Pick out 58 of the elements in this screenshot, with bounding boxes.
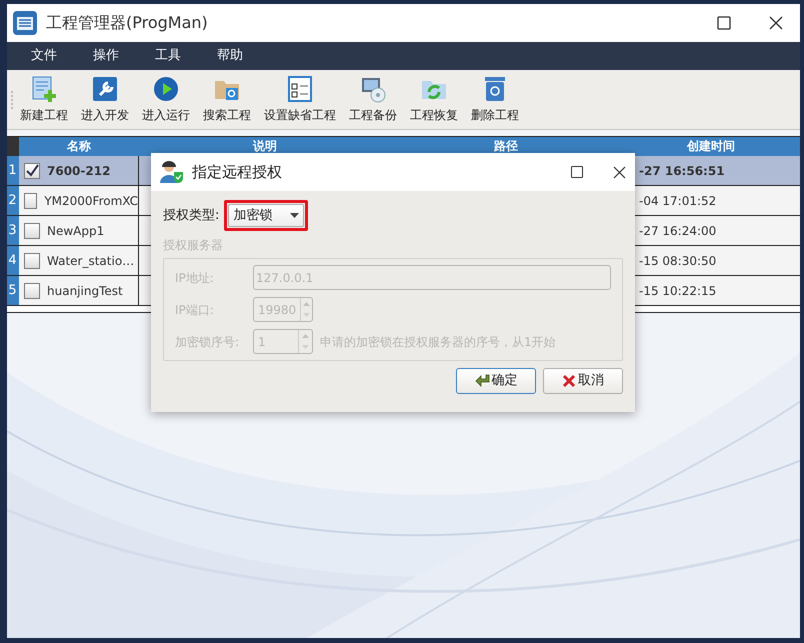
cross-icon xyxy=(562,374,576,388)
table-cell-text: -27 16:24:00 xyxy=(639,222,716,240)
toolbar-button[interactable]: 进入运行 xyxy=(140,75,192,124)
table-cell-text: -27 16:56:51 xyxy=(639,162,725,180)
table-cell-text: -15 10:22:15 xyxy=(639,282,716,300)
dialog-title: 指定远程授权 xyxy=(192,162,282,183)
table-cell-text: 7600-212 xyxy=(47,162,110,180)
column-header[interactable]: 路径 xyxy=(391,137,621,156)
caret-icon xyxy=(290,213,300,218)
row-number: 1 xyxy=(7,156,19,185)
toolbar-button[interactable]: 新建工程 xyxy=(18,75,70,124)
menu-item[interactable]: 操作 xyxy=(87,46,125,66)
window-title: 工程管理器(ProgMan) xyxy=(46,12,208,34)
maximize-icon[interactable] xyxy=(717,16,731,30)
table-cell-text: NewApp1 xyxy=(47,222,104,240)
table-cell-text: YM2000FromXC xyxy=(44,192,138,210)
menu-item[interactable]: 工具 xyxy=(149,46,187,66)
column-header[interactable]: 说明 xyxy=(139,137,391,156)
row-number: 4 xyxy=(7,246,19,275)
arrow-icon xyxy=(474,374,490,388)
toolbar-button[interactable]: 删除工程 xyxy=(469,75,521,124)
user-shield-icon xyxy=(160,160,184,184)
monitor-disc-icon xyxy=(359,75,387,103)
play-icon xyxy=(152,75,180,103)
close-icon[interactable] xyxy=(613,166,626,178)
document-plus-icon xyxy=(30,75,58,103)
table-cell-text: -15 08:30:50 xyxy=(639,252,716,270)
ok-button[interactable]: 确定 xyxy=(456,368,536,394)
table-corner xyxy=(7,137,19,156)
column-header[interactable]: 名称 xyxy=(19,137,139,156)
toolbar-button[interactable]: 工程备份 xyxy=(347,75,399,124)
toolbar-button[interactable]: 工程恢复 xyxy=(408,75,460,124)
column-header[interactable]: 创建时间 xyxy=(621,137,800,156)
toolbar-grip xyxy=(11,90,14,108)
close-icon[interactable] xyxy=(769,16,783,30)
menu-item[interactable]: 帮助 xyxy=(211,46,249,66)
toolbar-button[interactable]: 搜索工程 xyxy=(201,75,253,124)
checkbox[interactable] xyxy=(24,162,40,178)
row-number: 2 xyxy=(7,186,19,215)
checkbox[interactable] xyxy=(24,252,40,268)
table-cell-text: Water_statio… xyxy=(47,252,134,270)
row-number: 3 xyxy=(7,216,19,245)
cancel-button[interactable]: 取消 xyxy=(543,368,623,394)
toolbar-button[interactable]: 进入开发 xyxy=(79,75,131,124)
menu-item[interactable]: 文件 xyxy=(25,46,63,66)
app-icon xyxy=(12,10,38,36)
checkbox[interactable] xyxy=(24,282,40,298)
maximize-icon[interactable] xyxy=(571,166,583,178)
wrench-icon xyxy=(91,75,119,103)
field-label: 授权类型: xyxy=(163,206,220,225)
auth-type-dropdown[interactable]: 加密锁 xyxy=(228,204,304,227)
checklist-icon xyxy=(286,75,314,103)
table-cell-text: -04 17:01:52 xyxy=(639,192,716,210)
table-cell-text: huanjingTest xyxy=(47,282,123,300)
checkbox[interactable] xyxy=(24,222,40,238)
toolbar-button[interactable]: 设置缺省工程 xyxy=(262,75,338,124)
row-number: 5 xyxy=(7,276,19,305)
checkbox[interactable] xyxy=(24,192,38,208)
